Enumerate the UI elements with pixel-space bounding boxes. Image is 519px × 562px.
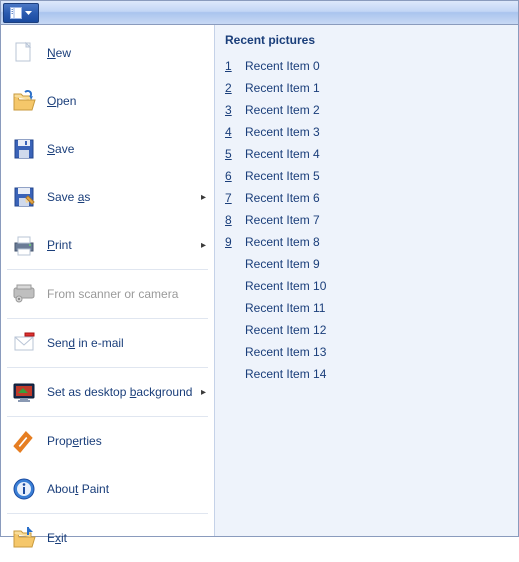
menu-item-email[interactable]: Send in e-mail [1,319,214,367]
menu-item-saveas[interactable]: Save as▸ [1,173,214,221]
recent-item[interactable]: Recent Item 13 [225,341,508,363]
recent-item-label: Recent Item 10 [245,279,326,293]
recent-item[interactable]: 1 Recent Item 0 [225,55,508,77]
recent-item-label: Recent Item 12 [245,323,326,337]
menu-item-about[interactable]: About Paint [1,465,214,513]
recent-item[interactable]: 3 Recent Item 2 [225,99,508,121]
menu-item-properties[interactable]: Properties [1,417,214,465]
print-icon [11,232,37,258]
recent-item[interactable]: Recent Item 10 [225,275,508,297]
email-icon [11,330,37,356]
recent-item-label: Recent Item 7 [245,213,320,227]
menu-item-label: Exit [47,531,206,545]
recent-item[interactable]: 4 Recent Item 3 [225,121,508,143]
recent-item-label: Recent Item 1 [245,81,320,95]
recent-item-label: Recent Item 9 [245,257,320,271]
menu-item-save[interactable]: Save [1,125,214,173]
recent-item-number: 2 [225,81,241,95]
recent-item[interactable]: Recent Item 9 [225,253,508,275]
menu-item-label: New [47,46,206,60]
menu-item-label: Set as desktop background [47,385,201,399]
recent-item-number: 5 [225,147,241,161]
scanner-icon [11,281,37,307]
saveas-icon [11,184,37,210]
recent-item-label: Recent Item 13 [245,345,326,359]
recent-item[interactable]: 5 Recent Item 4 [225,143,508,165]
app-menu-window: NewOpenSaveSave as▸Print▸From scanner or… [0,0,519,537]
menu-item-open[interactable]: Open [1,77,214,125]
about-icon [11,476,37,502]
recent-list: 1Recent Item 02Recent Item 13Recent Item… [225,55,508,385]
recent-item[interactable]: 9 Recent Item 8 [225,231,508,253]
recent-item-number: 6 [225,169,241,183]
menu-item-label: Print [47,238,201,252]
recent-item-label: Recent Item 3 [245,125,320,139]
menu-item-label: Open [47,94,206,108]
recent-item-label: Recent Item 5 [245,169,320,183]
submenu-arrow-icon: ▸ [201,387,206,398]
recent-item[interactable]: Recent Item 12 [225,319,508,341]
recent-panel: Recent pictures 1 Recent Item 0 2 Recent It… [215,25,518,536]
recent-item-number: 1 [225,59,241,73]
recent-item-label: Recent Item 6 [245,191,320,205]
dropdown-arrow-icon [25,11,32,15]
recent-item-number: 9 [225,235,241,249]
recent-item[interactable]: 8 Recent Item 7 [225,209,508,231]
menu-item-scanner: From scanner or camera [1,270,214,318]
app-menu-icon [10,7,22,19]
recent-item-label: Recent Item 11 [245,301,325,315]
recent-item-label: Recent Item 4 [245,147,320,161]
save-icon [11,136,37,162]
recent-item-number: 8 [225,213,241,227]
open-icon [11,88,37,114]
menu-item-label: Save as [47,190,201,204]
recent-item-number: 4 [225,125,241,139]
recent-item[interactable]: 6 Recent Item 5 [225,165,508,187]
menu-body: NewOpenSaveSave as▸Print▸From scanner or… [1,25,518,536]
properties-icon [11,428,37,454]
submenu-arrow-icon: ▸ [201,192,206,203]
titlebar [1,1,518,25]
app-menu-button[interactable] [3,3,39,23]
recent-item-number: 3 [225,103,241,117]
desktop-icon [11,379,37,405]
menu-item-label: About Paint [47,482,206,496]
menu-item-label: Send in e-mail [47,336,206,350]
menu-item-label: From scanner or camera [47,287,206,301]
recent-item[interactable]: 7 Recent Item 6 [225,187,508,209]
menu-left-column: NewOpenSaveSave as▸Print▸From scanner or… [1,25,215,536]
menu-item-exit[interactable]: Exit [1,514,214,562]
recent-item[interactable]: 2 Recent Item 1 [225,77,508,99]
recent-item[interactable]: Recent Item 14 [225,363,508,385]
recent-item[interactable]: Recent Item 11 [225,297,508,319]
recent-item-label: Recent Item 2 [245,103,320,117]
recent-item-number: 7 [225,191,241,205]
submenu-arrow-icon: ▸ [201,240,206,251]
recent-item-label: Recent Item 8 [245,235,320,249]
new-icon [11,40,37,66]
menu-item-print[interactable]: Print▸ [1,221,214,269]
recent-header: Recent pictures [225,33,508,47]
menu-item-new[interactable]: New [1,29,214,77]
menu-item-label: Properties [47,434,206,448]
menu-item-label: Save [47,142,206,156]
recent-item-label: Recent Item 14 [245,367,326,381]
menu-item-desktop[interactable]: Set as desktop background▸ [1,368,214,416]
exit-icon [11,525,37,551]
recent-item-label: Recent Item 0 [245,59,320,73]
